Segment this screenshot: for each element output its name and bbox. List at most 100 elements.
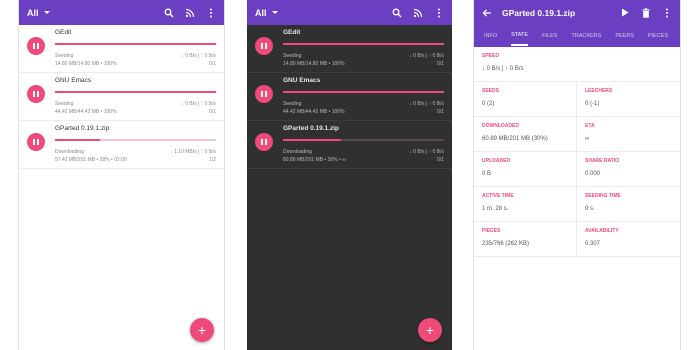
progress-bar xyxy=(55,139,216,141)
torrent-item[interactable]: GParted 0.19.1.zip Downloading 57.42 MB/… xyxy=(19,121,224,169)
torrent-peers: 0/1 xyxy=(209,61,216,67)
torrent-list: GEdit Seeding 14.80 MB/14.80 MB • 100% ↓… xyxy=(247,25,452,169)
uploaded-cell: UPLOADED 0 B xyxy=(474,152,577,187)
torrent-status: Seeding xyxy=(55,101,74,107)
torrent-speed: ↓ 0 B/s | ↑ 0 B/s xyxy=(409,101,444,107)
active-time-cell: ACTIVE TIME 1 m. 28 s. xyxy=(474,187,577,222)
torrent-speed: ↓ 0 B/s | ↑ 0 B/s xyxy=(181,53,216,59)
torrent-peers: 0/1 xyxy=(437,61,444,67)
uploaded-label: UPLOADED xyxy=(482,158,511,164)
pause-button[interactable] xyxy=(27,133,45,151)
progress-bar xyxy=(55,91,216,93)
phone-light-list: All GEdit Seeding 14.80 MB/14.80 MB • 10… xyxy=(19,0,224,350)
pieces-value: 235/766 (262 KB) xyxy=(482,241,530,247)
filter-dropdown[interactable]: All xyxy=(27,8,50,18)
dropdown-caret-icon xyxy=(43,11,50,14)
app-bar: All xyxy=(19,0,224,25)
downloaded-value: 60.89 MB/201 MB (30%) xyxy=(482,136,548,142)
availability-cell: AVAILABILITY 0.307 xyxy=(577,222,680,257)
tab-info[interactable]: INFO xyxy=(484,27,497,45)
progress-fill xyxy=(55,91,216,93)
downloaded-cell: DOWNLOADED 60.89 MB/201 MB (30%) xyxy=(474,117,577,152)
pause-button[interactable] xyxy=(255,133,273,151)
pause-button[interactable] xyxy=(255,37,273,55)
progress-fill xyxy=(55,139,101,141)
pause-button[interactable] xyxy=(27,37,45,55)
pieces-label: PIECES xyxy=(482,228,501,234)
add-torrent-button[interactable]: + xyxy=(190,318,214,342)
torrent-peers: 0/1 xyxy=(209,109,216,115)
filter-label: All xyxy=(27,7,39,18)
pieces-cell: PIECES 235/766 (262 KB) xyxy=(474,222,577,257)
progress-bar xyxy=(283,139,444,141)
torrent-status: Downloading xyxy=(283,149,312,155)
seeds-cell: SEEDS 0 (2) xyxy=(474,82,577,117)
speed-value: ↓ 0 B/s | ↑ 0 B/s xyxy=(482,66,524,72)
torrent-item[interactable]: GNU Emacs Seeding 44.42 MB/44.42 MB • 10… xyxy=(247,73,452,121)
search-icon[interactable] xyxy=(392,8,402,18)
torrent-speed: ↓ 0 B/s | ↑ 0 B/s xyxy=(409,53,444,59)
torrent-size-info: 80.89 MB/201 MB • 36% • ∞ xyxy=(283,157,346,163)
pause-button[interactable] xyxy=(255,85,273,103)
back-arrow-icon[interactable] xyxy=(482,8,492,18)
more-vert-icon[interactable] xyxy=(434,8,444,18)
torrent-status: Seeding xyxy=(55,53,74,59)
eta-label: ETA xyxy=(585,123,595,129)
tab-pieces[interactable]: PIECES xyxy=(648,27,668,45)
torrent-peers: 1/2 xyxy=(209,157,216,163)
torrent-name: GParted 0.19.1.zip xyxy=(283,125,339,132)
tab-state[interactable]: STATE xyxy=(511,26,529,46)
torrent-peers: 0/1 xyxy=(437,109,444,115)
speed-cell: SPEED ↓ 0 B/s | ↑ 0 B/s xyxy=(474,47,680,82)
leechers-label: LEECHERS xyxy=(585,88,613,94)
torrent-speed: ↓ 0 B/s | ↑ 0 B/s xyxy=(181,101,216,107)
progress-bar xyxy=(55,43,216,45)
progress-fill xyxy=(283,43,444,45)
play-icon[interactable] xyxy=(620,8,630,18)
torrent-status: Downloading xyxy=(55,149,84,155)
torrent-size-info: 57.42 MB/201 MB • 28% • 02:09 xyxy=(55,157,127,163)
torrent-item[interactable]: GParted 0.19.1.zip Downloading 80.89 MB/… xyxy=(247,121,452,169)
torrent-size-info: 14.80 MB/14.80 MB • 100% xyxy=(283,61,345,67)
more-vert-icon[interactable] xyxy=(206,8,216,18)
torrent-item[interactable]: GEdit Seeding 14.80 MB/14.80 MB • 100% ↓… xyxy=(19,25,224,73)
share-ratio-cell: SHARE RATIO 0.000 xyxy=(577,152,680,187)
seeds-value: 0 (2) xyxy=(482,101,495,107)
detail-app-bar: GParted 0.19.1.zip xyxy=(474,0,680,25)
dropdown-caret-icon xyxy=(271,11,278,14)
torrent-speed: ↓ 1.10 MB/s | ↑ 0 B/s xyxy=(170,149,216,155)
more-vert-icon[interactable] xyxy=(662,8,672,18)
seeding-time-value: 0 s. xyxy=(585,206,595,212)
tab-files[interactable]: FILES xyxy=(542,27,557,45)
torrent-name: GParted 0.19.1.zip xyxy=(55,125,110,132)
filter-dropdown[interactable]: All xyxy=(255,8,278,18)
phone-torrent-detail: GParted 0.19.1.zip INFO STATE FILES TRAC… xyxy=(474,0,680,350)
eta-cell: ETA ∞ xyxy=(577,117,680,152)
seeding-time-cell: SEEDING TIME 0 s. xyxy=(577,187,680,222)
seeds-label: SEEDS xyxy=(482,88,499,94)
rss-icon[interactable] xyxy=(185,8,195,18)
tab-peers[interactable]: PEERS xyxy=(615,27,634,45)
eta-value: ∞ xyxy=(585,136,590,142)
torrent-list: GEdit Seeding 14.80 MB/14.80 MB • 100% ↓… xyxy=(19,25,224,169)
delete-icon[interactable] xyxy=(641,7,651,18)
leechers-cell: LEECHERS 0 (-1) xyxy=(577,82,680,117)
progress-fill xyxy=(55,43,216,45)
active-time-value: 1 m. 28 s. xyxy=(482,206,509,212)
pause-button[interactable] xyxy=(27,85,45,103)
phone-dark-list: All GEdit Seeding 14.80 MB/14.80 MB • 10… xyxy=(247,0,452,350)
rss-icon[interactable] xyxy=(413,8,423,18)
add-torrent-button[interactable]: + xyxy=(418,318,442,342)
torrent-status: Seeding xyxy=(283,101,302,107)
tab-trackers[interactable]: TRACKERS xyxy=(571,27,601,45)
torrent-item[interactable]: GEdit Seeding 14.80 MB/14.80 MB • 100% ↓… xyxy=(247,25,452,73)
seeding-time-label: SEEDING TIME xyxy=(585,193,621,199)
progress-fill xyxy=(283,91,444,93)
search-icon[interactable] xyxy=(164,8,174,18)
torrent-item[interactable]: GNU Emacs Seeding 44.42 MB/44.42 MB • 10… xyxy=(19,73,224,121)
progress-fill xyxy=(283,139,341,141)
share-ratio-label: SHARE RATIO xyxy=(585,158,620,164)
screenshot-stage: All GEdit Seeding 14.80 MB/14.80 MB • 10… xyxy=(0,0,700,350)
torrent-size-info: 14.80 MB/14.80 MB • 100% xyxy=(55,61,117,67)
downloaded-label: DOWNLOADED xyxy=(482,123,519,129)
